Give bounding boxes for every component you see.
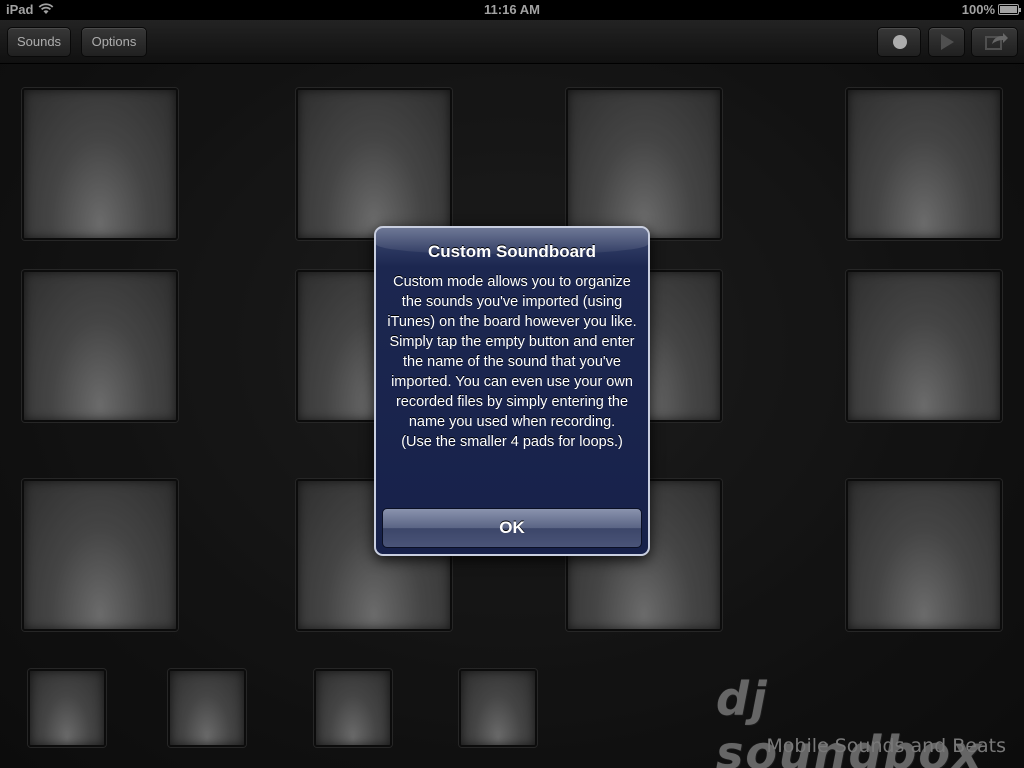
alert-message: Custom mode allows you to organize the s… bbox=[387, 274, 637, 450]
alert-title: Custom Soundboard bbox=[427, 242, 597, 261]
alert-dialog: Custom Soundboard Custom mode allows you… bbox=[374, 226, 650, 556]
ok-button[interactable]: OK bbox=[382, 508, 642, 548]
